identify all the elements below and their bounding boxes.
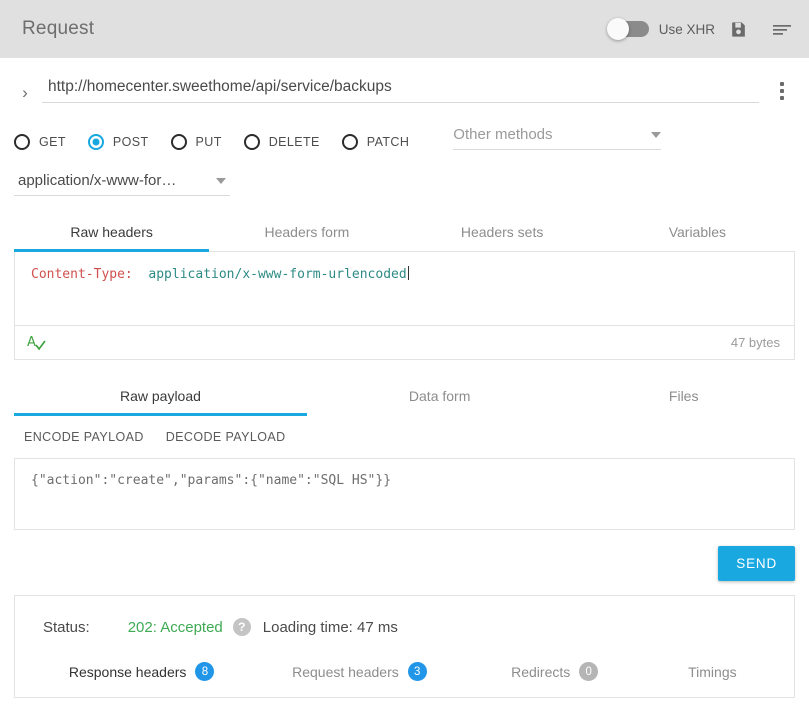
tab-headers-form[interactable]: Headers form <box>209 216 404 252</box>
tab-response-headers[interactable]: Response headers 8 <box>29 656 254 697</box>
other-methods-select[interactable]: Other methods <box>453 126 662 150</box>
help-question-icon[interactable]: ? <box>232 618 251 636</box>
tab-request-headers[interactable]: Request headers 3 <box>254 656 464 697</box>
headers-byte-count: 47 bytes <box>730 335 780 350</box>
http-methods-row: GET POST PUT DELETE PATCH Other methods <box>0 106 809 154</box>
toggle-knob <box>606 18 629 40</box>
redirects-count-badge: 0 <box>579 662 599 681</box>
tab-headers-sets[interactable]: Headers sets <box>405 216 600 252</box>
tab-raw-payload[interactable]: Raw payload <box>14 380 307 416</box>
status-line: Status: 202: Accepted ? Loading time: 47… <box>15 596 794 656</box>
status-badge: 202: Accepted <box>127 618 223 636</box>
request-titlebar: Request Use XHR <box>0 0 809 58</box>
chevron-down-icon <box>216 177 226 184</box>
other-methods-value: Other methods <box>453 126 553 143</box>
loading-time-label: Loading time: 47 ms <box>262 618 398 636</box>
method-label: DELETE <box>268 135 320 149</box>
encode-payload-button[interactable]: ENCODE PAYLOAD <box>24 430 144 444</box>
tab-label: Response headers <box>68 663 187 680</box>
method-radio-post[interactable]: POST <box>87 134 149 150</box>
chevron-down-icon <box>651 131 662 138</box>
tab-variables[interactable]: Variables <box>600 216 795 252</box>
status-label: Status: <box>43 618 90 636</box>
method-label: POST <box>112 135 149 149</box>
page-title: Request <box>22 18 95 39</box>
payload-tabs: Raw payload Data form Files <box>0 380 809 416</box>
spellcheck-icon[interactable]: A <box>27 333 49 353</box>
headers-tabs: Raw headers Headers form Headers sets Va… <box>0 216 809 252</box>
content-type-select[interactable]: application/x-www-for… <box>14 172 230 196</box>
method-label: GET <box>39 135 66 149</box>
kebab-dot <box>780 89 784 93</box>
request-headers-count-badge: 3 <box>407 662 427 681</box>
text-cursor <box>407 266 409 280</box>
kebab-dot <box>780 82 784 86</box>
method-label: PUT <box>195 135 222 149</box>
xhr-toggle-group: Use XHR <box>606 16 795 42</box>
header-name: Content-Type: <box>31 267 133 282</box>
decode-payload-button[interactable]: DECODE PAYLOAD <box>166 430 286 444</box>
tab-timings[interactable]: Timings <box>645 656 780 697</box>
method-radio-patch[interactable]: PATCH <box>341 134 410 150</box>
method-radio-put[interactable]: PUT <box>170 134 222 150</box>
send-row: SEND <box>0 530 809 581</box>
request-url-row: › http://homecenter.sweethome/api/servic… <box>0 58 809 106</box>
content-type-row: application/x-www-for… <box>0 154 809 196</box>
use-xhr-label: Use XHR <box>658 21 715 37</box>
tab-data-form[interactable]: Data form <box>307 380 573 416</box>
tab-label: Redirects <box>511 663 571 680</box>
header-value: application/x-www-form-urlencoded <box>148 267 407 282</box>
raw-headers-input[interactable]: Content-Type: application/x-www-form-url… <box>15 252 794 325</box>
response-tabs: Response headers 8 Request headers 3 Red… <box>15 656 794 697</box>
tab-files[interactable]: Files <box>572 380 795 416</box>
radio-ring-icon <box>87 134 104 150</box>
radio-ring-icon <box>170 134 187 150</box>
kebab-dot <box>780 96 784 100</box>
response-panel: Status: 202: Accepted ? Loading time: 47… <box>14 595 795 698</box>
radio-ring-icon <box>243 134 260 150</box>
url-input-wrapper[interactable]: http://homecenter.sweethome/api/service/… <box>42 78 759 103</box>
save-disk-icon[interactable] <box>725 16 751 42</box>
chevron-right-icon[interactable]: › <box>14 80 36 106</box>
raw-payload-input[interactable]: {"action":"create","params":{"name":"SQL… <box>14 458 795 530</box>
radio-ring-icon <box>14 134 30 150</box>
content-type-value: application/x-www-for… <box>18 172 177 189</box>
method-radio-get[interactable]: GET <box>14 134 66 150</box>
url-input[interactable]: http://homecenter.sweethome/api/service/… <box>48 78 753 96</box>
radio-ring-icon <box>341 134 358 150</box>
hamburger-menu-icon[interactable] <box>769 16 795 42</box>
raw-headers-editor-box: Content-Type: application/x-www-form-url… <box>14 252 795 360</box>
send-button[interactable]: SEND <box>718 546 795 581</box>
tab-label: Request headers <box>292 663 399 680</box>
svg-text:A: A <box>27 335 36 350</box>
headers-editor-footer: A 47 bytes <box>15 325 794 359</box>
tab-raw-headers[interactable]: Raw headers <box>14 216 210 252</box>
tab-label: Timings <box>688 663 737 680</box>
tab-redirects[interactable]: Redirects 0 <box>465 656 645 697</box>
payload-actions-row: ENCODE PAYLOAD DECODE PAYLOAD <box>0 416 809 444</box>
response-headers-count-badge: 8 <box>195 662 215 681</box>
use-xhr-toggle[interactable] <box>606 18 649 40</box>
kebab-menu-icon[interactable] <box>769 78 795 100</box>
method-label: PATCH <box>366 135 410 149</box>
method-radio-delete[interactable]: DELETE <box>243 134 320 150</box>
